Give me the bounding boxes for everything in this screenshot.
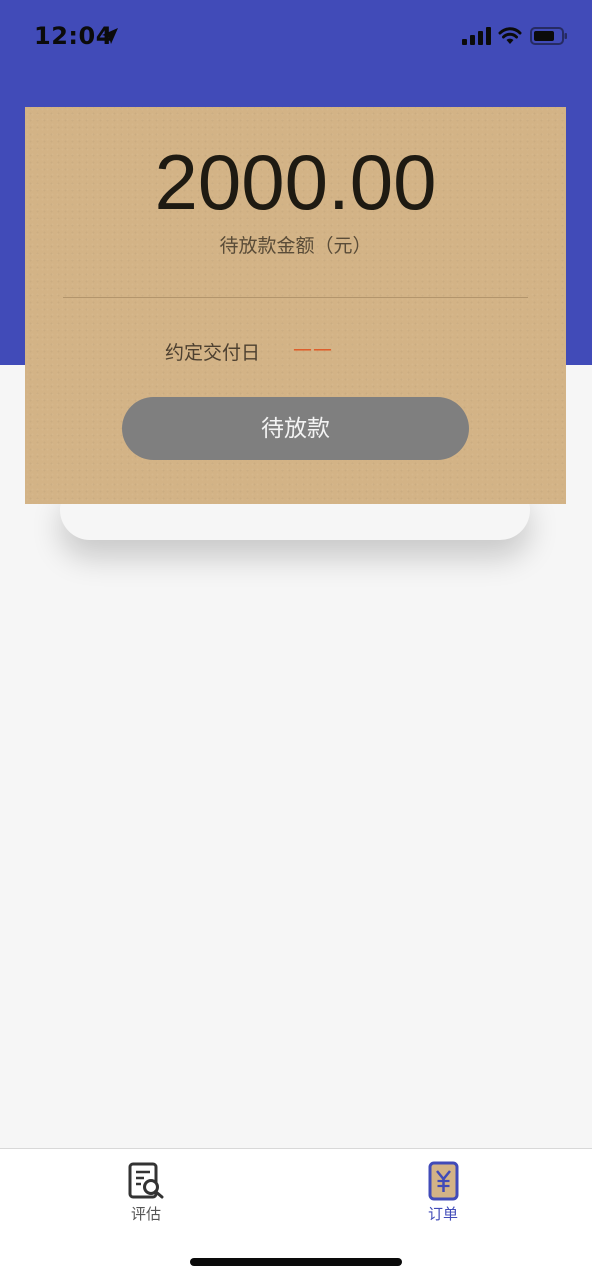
- location-arrow-icon: [102, 28, 118, 44]
- tab-evaluate[interactable]: 评估: [106, 1161, 186, 1227]
- card-divider: [63, 297, 528, 298]
- document-search-icon: [128, 1162, 164, 1199]
- pending-payment-button[interactable]: 待放款: [122, 397, 469, 460]
- pending-amount: 2000.00: [154, 138, 437, 226]
- tab-evaluate-label: 评估: [130, 1205, 161, 1223]
- due-date-value: ——: [293, 338, 333, 360]
- cellular-signal-icon: [462, 27, 491, 45]
- tab-orders[interactable]: 订单: [403, 1161, 483, 1227]
- battery-icon: [530, 27, 567, 45]
- loan-card: 2000.00 待放款金额（元） 约定交付日 —— 待放款: [25, 107, 566, 504]
- screen: 12:04 2000.00 待放款金额（元） 约定交付日 —— 待放款 评估 订…: [0, 0, 592, 1280]
- tab-orders-label: 订单: [427, 1205, 458, 1223]
- pending-amount-label: 待放款金额（元）: [219, 235, 372, 257]
- due-date-label: 约定交付日: [165, 342, 261, 364]
- home-indicator: [190, 1258, 402, 1266]
- wifi-icon: [498, 27, 522, 44]
- status-bar: 12:04: [0, 0, 592, 72]
- yuan-order-icon: [428, 1161, 459, 1201]
